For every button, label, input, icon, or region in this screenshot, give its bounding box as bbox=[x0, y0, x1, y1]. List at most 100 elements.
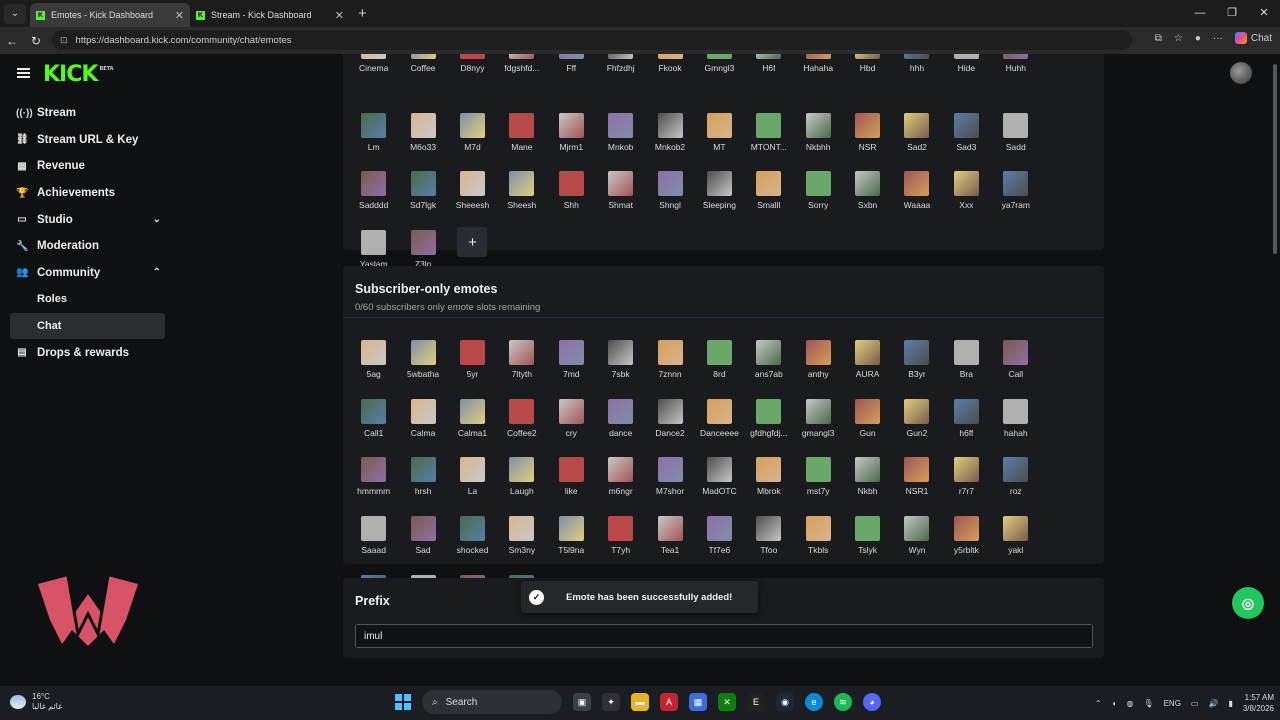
network-icon[interactable]: ▭ bbox=[1191, 699, 1199, 708]
emote-item[interactable]: D8nyy bbox=[448, 54, 497, 103]
restore-icon[interactable]: ❐ bbox=[1216, 0, 1248, 27]
amd-app-icon[interactable]: A bbox=[660, 693, 678, 711]
hamburger-menu-icon[interactable] bbox=[17, 68, 30, 78]
emote-item[interactable]: Gun bbox=[843, 389, 892, 448]
emote-item[interactable]: AURA bbox=[843, 330, 892, 389]
new-tab-button[interactable]: + bbox=[358, 5, 367, 22]
prefix-input[interactable]: imul bbox=[355, 624, 1093, 648]
sidebar-item-studio[interactable]: ▭ Studio ⌄ bbox=[0, 206, 175, 233]
microphone-icon[interactable]: 🎙 bbox=[1143, 699, 1153, 708]
emote-item[interactable]: Shh bbox=[547, 161, 596, 220]
favorites-icon[interactable]: ☆ bbox=[1174, 33, 1183, 44]
emote-item[interactable]: Danceeee bbox=[695, 389, 744, 448]
close-tab-icon[interactable]: ✕ bbox=[175, 9, 184, 22]
emote-item[interactable]: Sd7lgk bbox=[398, 161, 447, 220]
refresh-icon[interactable]: ↻ bbox=[24, 34, 48, 48]
emote-item[interactable]: 7ltyth bbox=[497, 330, 546, 389]
emote-item[interactable]: Fkook bbox=[645, 54, 694, 103]
spotify-icon[interactable]: ≋ bbox=[834, 693, 852, 711]
emote-item[interactable]: h6ff bbox=[942, 389, 991, 448]
emote-item[interactable]: Gmngl3 bbox=[695, 54, 744, 103]
emote-item[interactable]: r7r7 bbox=[942, 447, 991, 506]
emote-item[interactable]: cry bbox=[547, 389, 596, 448]
emote-item[interactable]: Mbrok bbox=[744, 447, 793, 506]
language-indicator[interactable]: ENG bbox=[1164, 699, 1181, 708]
show-hidden-icons-chevron-icon[interactable]: ⌃ bbox=[1095, 699, 1102, 708]
emote-item[interactable]: Mnkob bbox=[596, 103, 645, 162]
file-explorer-icon[interactable]: ▬ bbox=[631, 693, 649, 711]
back-icon[interactable]: ← bbox=[0, 34, 24, 48]
battery-icon[interactable]: ▮ bbox=[1228, 699, 1232, 708]
clock[interactable]: 1:57 AM 3/8/2026 bbox=[1243, 692, 1274, 714]
emote-item[interactable]: Smalll bbox=[744, 161, 793, 220]
emote-item[interactable]: Wyn bbox=[892, 506, 941, 565]
emote-item[interactable]: Fff bbox=[547, 54, 596, 103]
emote-item[interactable]: 5wbatha bbox=[398, 330, 447, 389]
emote-item[interactable]: MTONT... bbox=[744, 103, 793, 162]
emote-item[interactable]: Mnkob2 bbox=[645, 103, 694, 162]
emote-item[interactable]: Hide bbox=[942, 54, 991, 103]
close-window-icon[interactable]: ✕ bbox=[1248, 0, 1280, 27]
tab-emotes[interactable]: K Emotes - Kick Dashboard ✕ bbox=[30, 3, 190, 27]
emote-item[interactable]: Huhh bbox=[991, 54, 1040, 103]
support-chat-button[interactable]: ◎ bbox=[1232, 587, 1264, 619]
emote-item[interactable]: mst7y bbox=[794, 447, 843, 506]
emote-item[interactable]: Sad bbox=[398, 506, 447, 565]
emote-item[interactable]: Shngl bbox=[645, 161, 694, 220]
emote-item[interactable]: m6ngr bbox=[596, 447, 645, 506]
emote-item[interactable]: ya7ram bbox=[991, 161, 1040, 220]
emote-item[interactable]: 5yr bbox=[448, 330, 497, 389]
url-field[interactable]: ⊡ https://dashboard.kick.com/community/c… bbox=[52, 30, 1132, 50]
emote-item[interactable]: gfdhgfdj... bbox=[744, 389, 793, 448]
windows-start-icon[interactable] bbox=[395, 694, 411, 710]
emote-item[interactable]: Tkbls bbox=[794, 506, 843, 565]
emote-item[interactable]: Hahaha bbox=[794, 54, 843, 103]
emote-item[interactable]: Gun2 bbox=[892, 389, 941, 448]
emote-item[interactable]: yakl bbox=[991, 506, 1040, 565]
emote-item[interactable]: Xxx bbox=[942, 161, 991, 220]
emote-item[interactable]: 7znnn bbox=[645, 330, 694, 389]
extensions-icon[interactable]: ⧉ bbox=[1155, 33, 1162, 44]
profile-icon[interactable]: ● bbox=[1195, 33, 1201, 44]
sidebar-item-drops-rewards[interactable]: ▤ Drops & rewards bbox=[0, 339, 175, 366]
xbox-icon[interactable]: ✕ bbox=[718, 693, 736, 711]
sidebar-item-achievements[interactable]: 🏆 Achievements bbox=[0, 180, 175, 207]
emote-item[interactable]: Sxbn bbox=[843, 161, 892, 220]
weather-widget[interactable]: 16°C غائم غالبا bbox=[10, 692, 62, 712]
emote-item[interactable]: NSR1 bbox=[892, 447, 941, 506]
emote-item[interactable]: roz bbox=[991, 447, 1040, 506]
antivirus-tray-icon[interactable]: ◍ bbox=[1126, 699, 1133, 708]
emote-item[interactable]: T7yh bbox=[596, 506, 645, 565]
emote-item[interactable]: 7sbk bbox=[596, 330, 645, 389]
emote-item[interactable]: M6o33 bbox=[398, 103, 447, 162]
emote-item[interactable]: MT bbox=[695, 103, 744, 162]
store-icon[interactable]: ▦ bbox=[689, 693, 707, 711]
emote-item[interactable]: Lm bbox=[349, 103, 398, 162]
emote-item[interactable]: hmmmm bbox=[349, 447, 398, 506]
emote-item[interactable]: Nkbhh bbox=[794, 103, 843, 162]
user-avatar[interactable] bbox=[1230, 62, 1252, 84]
emote-item[interactable]: ans7ab bbox=[744, 330, 793, 389]
headset-tray-icon[interactable]: ◖ bbox=[1112, 699, 1117, 708]
volume-icon[interactable]: 🔊 bbox=[1208, 699, 1218, 708]
emote-item[interactable]: Shmat bbox=[596, 161, 645, 220]
emote-item[interactable]: M7d bbox=[448, 103, 497, 162]
sidebar-item-revenue[interactable]: ▦ Revenue bbox=[0, 153, 175, 180]
sidebar-item-chat[interactable]: Chat bbox=[10, 312, 165, 340]
emote-item[interactable]: Bra bbox=[942, 330, 991, 389]
emote-item[interactable]: 5ag bbox=[349, 330, 398, 389]
emote-item[interactable]: MadOTC bbox=[695, 447, 744, 506]
emote-item[interactable]: dance bbox=[596, 389, 645, 448]
site-info-icon[interactable]: ⊡ bbox=[60, 35, 68, 46]
emote-item[interactable]: Laugh bbox=[497, 447, 546, 506]
discord-icon[interactable]: ◕ bbox=[863, 693, 881, 711]
emote-item[interactable]: Mane bbox=[497, 103, 546, 162]
emote-item[interactable]: hhh bbox=[892, 54, 941, 103]
edge-browser-icon[interactable]: e bbox=[805, 693, 823, 711]
emote-item[interactable]: Sad2 bbox=[892, 103, 941, 162]
emote-item[interactable]: Mjrm1 bbox=[547, 103, 596, 162]
epic-games-icon[interactable]: E bbox=[747, 693, 765, 711]
emote-item[interactable]: y5rbltk bbox=[942, 506, 991, 565]
emote-item[interactable]: Sleeping bbox=[695, 161, 744, 220]
emote-item[interactable]: Call bbox=[991, 330, 1040, 389]
